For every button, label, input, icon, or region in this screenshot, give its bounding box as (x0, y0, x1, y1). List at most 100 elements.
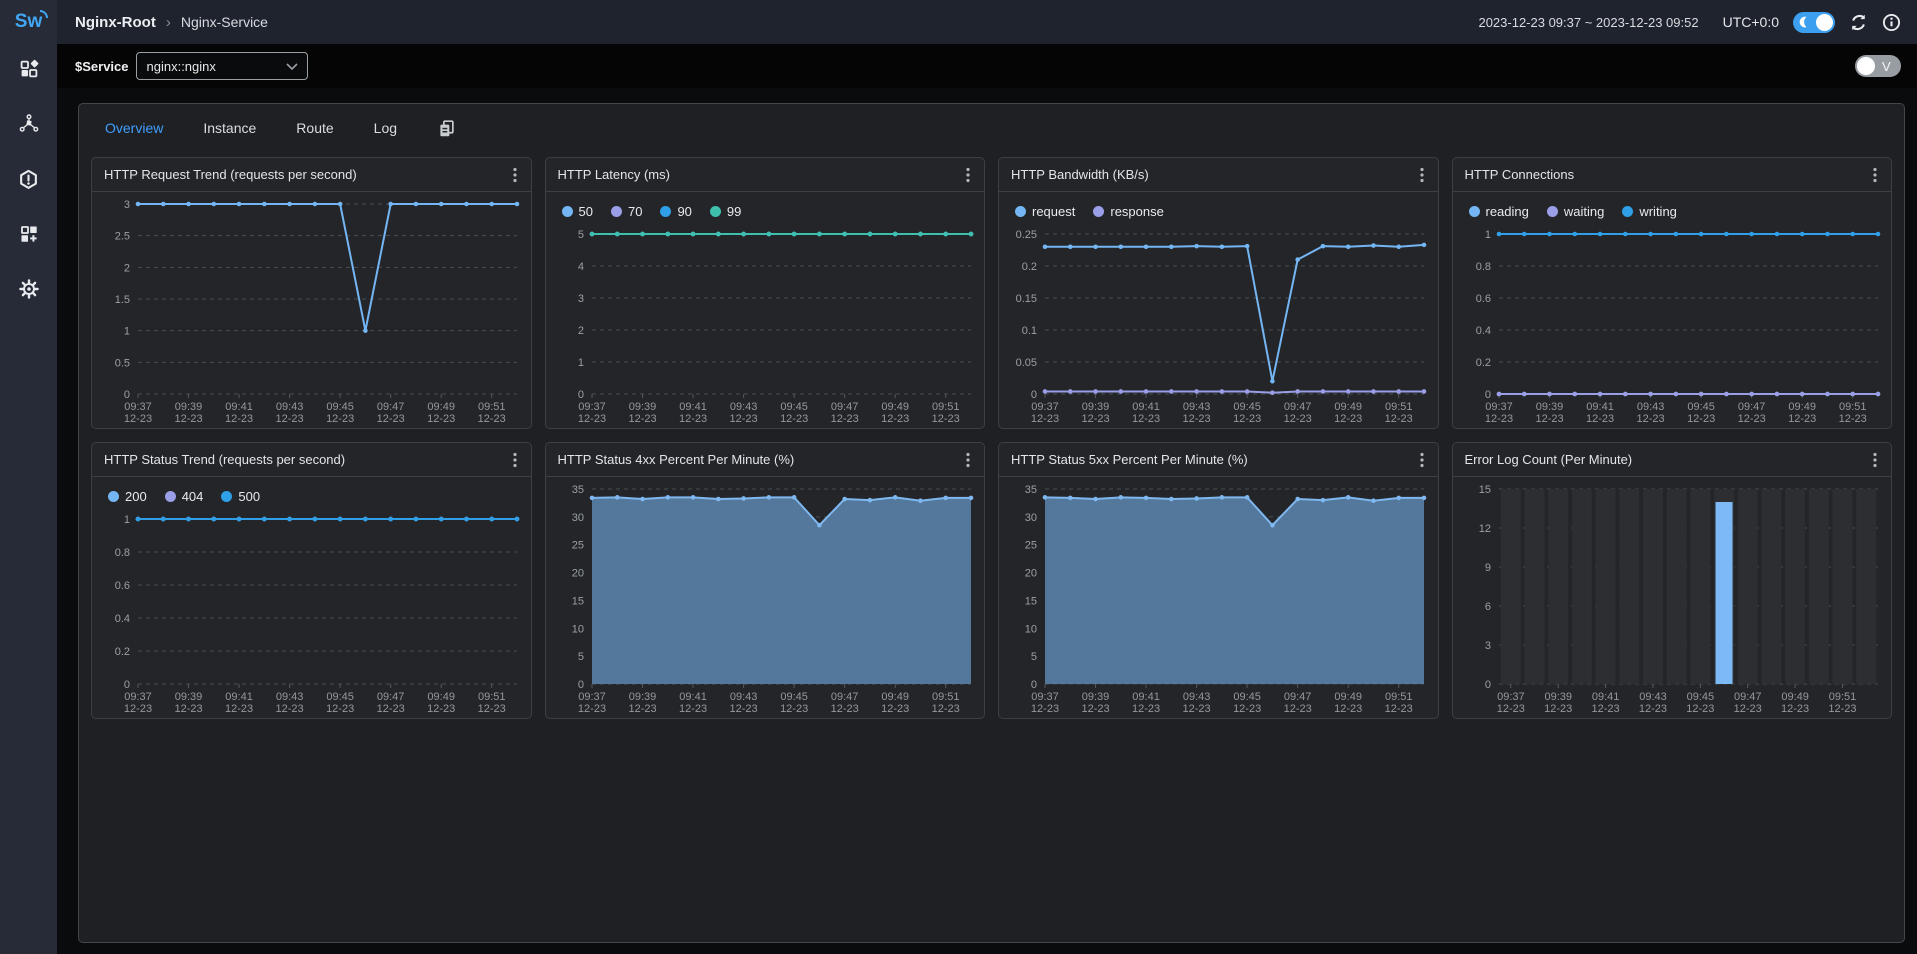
panel-title: HTTP Status 4xx Percent Per Minute (%) (558, 452, 795, 467)
chart-canvas[interactable]: 00.20.40.60.8109:3712-2309:3912-2309:411… (92, 507, 531, 719)
panel-menu-button[interactable] (962, 165, 974, 185)
view-mode-toggle[interactable]: V (1855, 55, 1901, 77)
svg-text:12-23: 12-23 (1535, 413, 1563, 425)
svg-text:12-23: 12-23 (225, 703, 253, 715)
tab-instance[interactable]: Instance (203, 120, 256, 136)
chart-canvas[interactable]: 0510152025303509:3712-2309:3912-2309:411… (546, 477, 985, 719)
tab-route[interactable]: Route (296, 120, 333, 136)
logo-arc (40, 10, 48, 18)
legend-item[interactable]: 90 (660, 204, 691, 219)
panel-menu-button[interactable] (1869, 450, 1881, 470)
chart-canvas[interactable]: 01234509:3712-2309:3912-2309:4112-2309:4… (546, 222, 985, 429)
svg-text:6: 6 (1484, 601, 1490, 613)
svg-text:09:49: 09:49 (881, 401, 909, 413)
panel-menu-button[interactable] (962, 450, 974, 470)
svg-text:12-23: 12-23 (1081, 703, 1109, 715)
panel-menu-button[interactable] (1869, 165, 1881, 185)
svg-text:0.8: 0.8 (1475, 261, 1490, 273)
copy-icon[interactable] (437, 118, 456, 137)
info-icon[interactable] (1882, 13, 1901, 32)
legend-dot (710, 206, 721, 217)
svg-text:3: 3 (124, 199, 130, 211)
svg-text:09:39: 09:39 (1082, 691, 1110, 703)
svg-text:12-23: 12-23 (628, 703, 656, 715)
chart-canvas[interactable]: 00.050.10.150.20.2509:3712-2309:3912-230… (999, 222, 1438, 429)
chart-canvas[interactable]: 0369121509:3712-2309:3912-2309:4112-2309… (1453, 477, 1892, 719)
legend-item[interactable]: 70 (611, 204, 642, 219)
time-range-picker[interactable]: 2023-12-23 09:37 ~ 2023-12-23 09:52 (1478, 15, 1698, 30)
svg-text:10: 10 (571, 623, 583, 635)
breadcrumb: Nginx-Root › Nginx-Service (75, 14, 268, 31)
svg-text:10: 10 (1025, 623, 1037, 635)
chart-legend: 200 404 500 (92, 477, 531, 507)
legend-item[interactable]: 200 (108, 489, 147, 504)
sidebar-item-alerting[interactable] (0, 154, 57, 209)
chart-panel: HTTP Connections reading waiting writing 00.… (1452, 157, 1893, 429)
svg-text:12-23: 12-23 (326, 703, 354, 715)
svg-text:12-23: 12-23 (1544, 703, 1572, 715)
legend-label: reading (1486, 204, 1529, 219)
svg-text:12-23: 12-23 (1132, 703, 1160, 715)
svg-text:0.8: 0.8 (115, 547, 130, 559)
svg-text:09:47: 09:47 (830, 401, 858, 413)
panel-menu-button[interactable] (1416, 450, 1428, 470)
svg-text:09:43: 09:43 (729, 691, 757, 703)
panel-menu-button[interactable] (1416, 165, 1428, 185)
chart-canvas[interactable]: 00.20.40.60.8109:3712-2309:3912-2309:411… (1453, 222, 1892, 429)
breadcrumb-current[interactable]: Nginx-Service (181, 14, 268, 30)
chart-canvas[interactable]: 0510152025303509:3712-2309:3912-2309:411… (999, 477, 1438, 719)
legend-item[interactable]: reading (1469, 204, 1529, 219)
chart-canvas[interactable]: 00.511.522.5309:3712-2309:3912-2309:4112… (92, 192, 531, 429)
sidebar-item-settings[interactable] (0, 264, 57, 319)
panel-menu-button[interactable] (509, 450, 521, 470)
svg-text:09:43: 09:43 (1636, 401, 1664, 413)
view-mode-label: V (1882, 59, 1891, 74)
panel-title: HTTP Connections (1465, 167, 1575, 182)
legend-item[interactable]: waiting (1547, 204, 1604, 219)
panel-header: HTTP Request Trend (requests per second) (92, 158, 531, 192)
svg-text:12-23: 12-23 (124, 413, 152, 425)
svg-text:12-23: 12-23 (729, 703, 757, 715)
sidebar-item-marketplace[interactable] (0, 209, 57, 264)
chart-legend: request response (999, 192, 1438, 222)
legend-item[interactable]: request (1015, 204, 1075, 219)
sidebar-item-topology[interactable] (0, 99, 57, 154)
app-logo[interactable]: Sw (0, 0, 57, 44)
legend-item[interactable]: response (1093, 204, 1163, 219)
svg-text:1: 1 (124, 326, 130, 338)
legend-item[interactable]: writing (1622, 204, 1677, 219)
legend-item[interactable]: 500 (221, 489, 260, 504)
service-select[interactable]: nginx::nginx (136, 52, 308, 80)
svg-text:12-23: 12-23 (377, 703, 405, 715)
legend-label: waiting (1564, 204, 1604, 219)
svg-text:12-23: 12-23 (1081, 413, 1109, 425)
svg-text:12-23: 12-23 (931, 413, 959, 425)
svg-text:0: 0 (124, 389, 130, 401)
tab-overview[interactable]: Overview (105, 120, 163, 136)
svg-text:12-23: 12-23 (1334, 413, 1362, 425)
refresh-icon[interactable] (1849, 13, 1868, 32)
panel-header: Error Log Count (Per Minute) (1453, 443, 1892, 477)
svg-text:12-23: 12-23 (881, 703, 909, 715)
tab-log[interactable]: Log (374, 120, 397, 136)
breadcrumb-root[interactable]: Nginx-Root (75, 14, 156, 31)
svg-text:0.2: 0.2 (1022, 261, 1037, 273)
svg-text:12-23: 12-23 (1183, 703, 1211, 715)
svg-text:09:37: 09:37 (1497, 691, 1525, 703)
svg-text:12-23: 12-23 (1031, 413, 1059, 425)
legend-item[interactable]: 404 (165, 489, 204, 504)
panel-menu-button[interactable] (509, 165, 521, 185)
legend-item[interactable]: 99 (710, 204, 741, 219)
svg-text:12-23: 12-23 (377, 413, 405, 425)
dark-mode-toggle[interactable] (1793, 12, 1835, 33)
svg-text:12-23: 12-23 (1788, 413, 1816, 425)
sidebar-item-dashboards[interactable] (0, 44, 57, 99)
svg-text:12-23: 12-23 (427, 413, 455, 425)
svg-text:12-23: 12-23 (678, 703, 706, 715)
svg-text:09:39: 09:39 (1082, 401, 1110, 413)
legend-dot (1015, 206, 1026, 217)
svg-text:12-23: 12-23 (1638, 703, 1666, 715)
legend-item[interactable]: 50 (562, 204, 593, 219)
svg-text:12-23: 12-23 (225, 413, 253, 425)
marketplace-icon (19, 224, 39, 249)
